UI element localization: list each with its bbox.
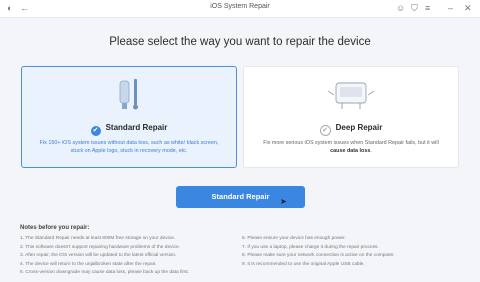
note-item: 7. If you use a laptop, please charge it…: [242, 244, 379, 250]
note-item: 3. After repair, the iOS version will be…: [20, 253, 177, 258]
unselected-check-icon: ✔: [319, 125, 331, 136]
minimize-icon[interactable]: –: [448, 2, 453, 15]
close-icon[interactable]: ✕: [464, 2, 472, 15]
repair-tools-icon: [22, 77, 236, 111]
note-item: 4. The device will return to the unjailb…: [20, 261, 157, 267]
cart-icon[interactable]: ⛉: [411, 2, 418, 15]
note-item: 1. The Standard Repair needs at least 80…: [20, 236, 176, 241]
notes-list-left: 1. The Standard Repair needs at least 80…: [20, 235, 189, 278]
note-item: 9. It is recommended to use the original…: [242, 261, 365, 267]
standard-repair-desc: Fix 150+ iOS system issues without data …: [39, 140, 219, 154]
notes-title: Notes before you repair:: [20, 225, 90, 231]
deep-repair-card[interactable]: ✔ Deep Repair Fix more serious iOS system…: [243, 66, 459, 168]
standard-repair-card[interactable]: ✔ Standard Repair Fix 150+ iOS system iss…: [21, 66, 237, 168]
user-icon[interactable]: ☺: [396, 2, 405, 15]
note-item: 6. Please ensure your device has enough …: [242, 236, 346, 241]
title-bar: ◐ ← iOS System Repair ☺ ⛉ ≡ – ✕: [0, 0, 480, 18]
note-item: 2. This software doesn't support repairi…: [20, 244, 181, 250]
window-title: iOS System Repair: [210, 3, 270, 10]
menu-icon[interactable]: ≡: [425, 2, 430, 15]
notes-list-right: 6. Please ensure your device has enough …: [242, 235, 395, 269]
notes-section: Notes before you repair: 1. The Standard…: [0, 216, 480, 282]
selected-check-icon: ✔: [90, 126, 101, 136]
note-item: 5. Cross-version downgrade may cause dat…: [20, 270, 190, 275]
deep-repair-desc: Fix more serious iOS system issues when …: [263, 140, 439, 154]
note-item: 8. Please make sure your network connect…: [242, 253, 395, 258]
deep-repair-title: ✔ Deep Repair: [244, 123, 458, 136]
mouse-cursor-icon: ➤: [280, 197, 287, 206]
standard-repair-title: ✔ Standard Repair: [22, 123, 236, 136]
page-heading: Please select the way you want to repair…: [109, 36, 371, 48]
device-repair-icon: [244, 77, 458, 111]
